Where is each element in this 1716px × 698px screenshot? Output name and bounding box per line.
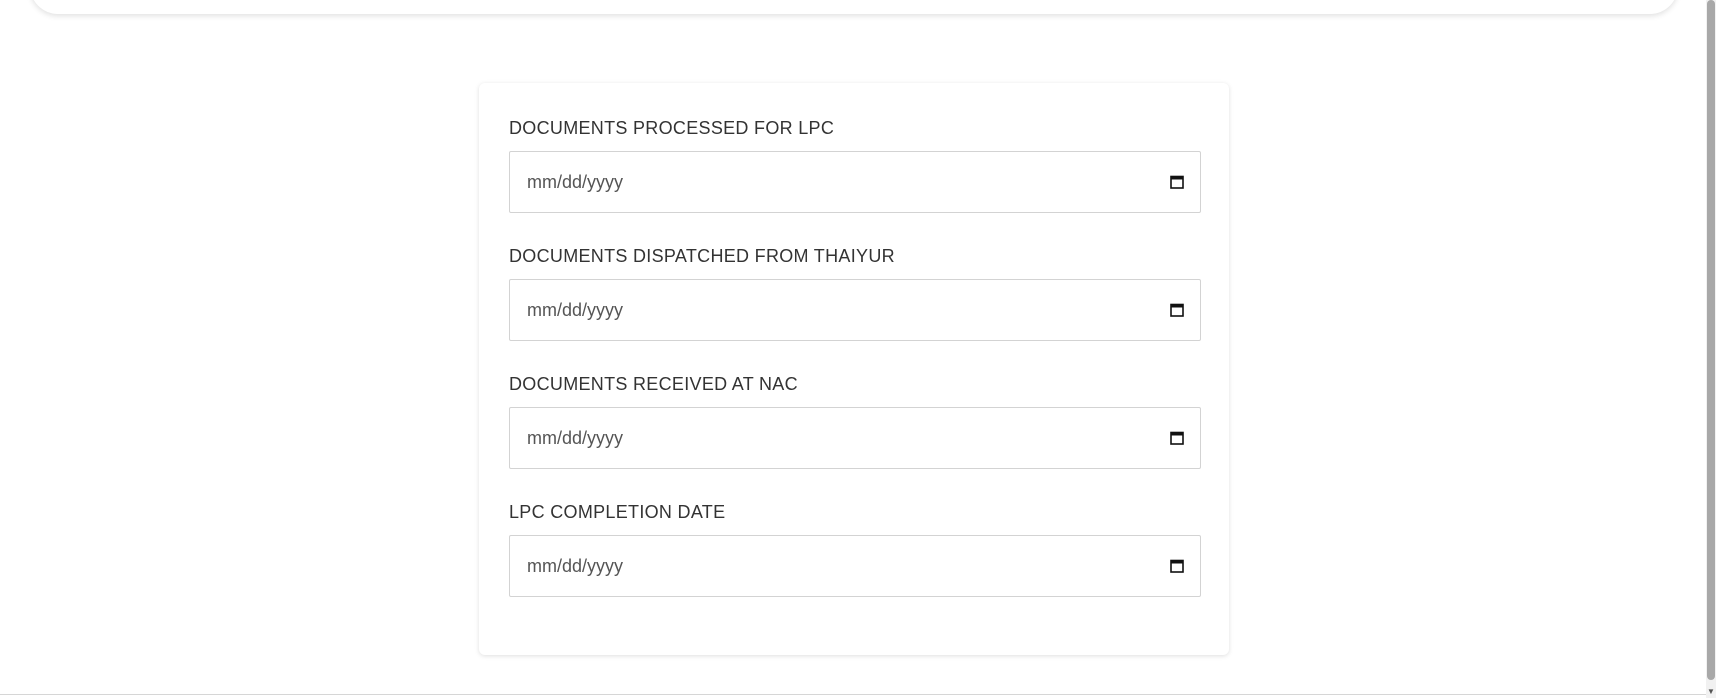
field-documents-received: DOCUMENTS RECEIVED AT NAC mm/dd/yyyy: [509, 373, 1201, 469]
calendar-icon[interactable]: [1168, 301, 1186, 319]
documents-dispatched-date-input[interactable]: mm/dd/yyyy: [509, 279, 1201, 341]
date-placeholder: mm/dd/yyyy: [527, 299, 624, 320]
vertical-scrollbar[interactable]: ▼: [1706, 0, 1716, 698]
field-label: DOCUMENTS PROCESSED FOR LPC: [509, 118, 835, 138]
header-card: [30, 0, 1678, 14]
field-label: DOCUMENTS DISPATCHED FROM THAIYUR: [509, 246, 895, 266]
date-placeholder: mm/dd/yyyy: [527, 171, 624, 192]
documents-received-date-input[interactable]: mm/dd/yyyy: [509, 407, 1201, 469]
date-placeholder: mm/dd/yyyy: [527, 427, 624, 448]
field-documents-dispatched: DOCUMENTS DISPATCHED FROM THAIYUR mm/dd/…: [509, 245, 1201, 341]
calendar-icon[interactable]: [1168, 429, 1186, 447]
scroll-down-arrow-icon[interactable]: ▼: [1706, 684, 1716, 698]
lpc-completion-date-input[interactable]: mm/dd/yyyy: [509, 535, 1201, 597]
calendar-icon[interactable]: [1168, 557, 1186, 575]
field-label: LPC COMPLETION DATE: [509, 502, 726, 522]
field-lpc-completion: LPC COMPLETION DATE mm/dd/yyyy: [509, 501, 1201, 597]
calendar-icon[interactable]: [1168, 173, 1186, 191]
scrollbar-thumb[interactable]: [1707, 0, 1715, 680]
documents-processed-date-input[interactable]: mm/dd/yyyy: [509, 151, 1201, 213]
page: DOCUMENTS PROCESSED FOR LPC mm/dd/yyyy D…: [0, 0, 1716, 698]
bottom-divider: [0, 694, 1706, 695]
date-placeholder: mm/dd/yyyy: [527, 555, 624, 576]
field-documents-processed: DOCUMENTS PROCESSED FOR LPC mm/dd/yyyy: [509, 117, 1201, 213]
field-label: DOCUMENTS RECEIVED AT NAC: [509, 374, 798, 394]
date-form-card: DOCUMENTS PROCESSED FOR LPC mm/dd/yyyy D…: [479, 83, 1229, 655]
